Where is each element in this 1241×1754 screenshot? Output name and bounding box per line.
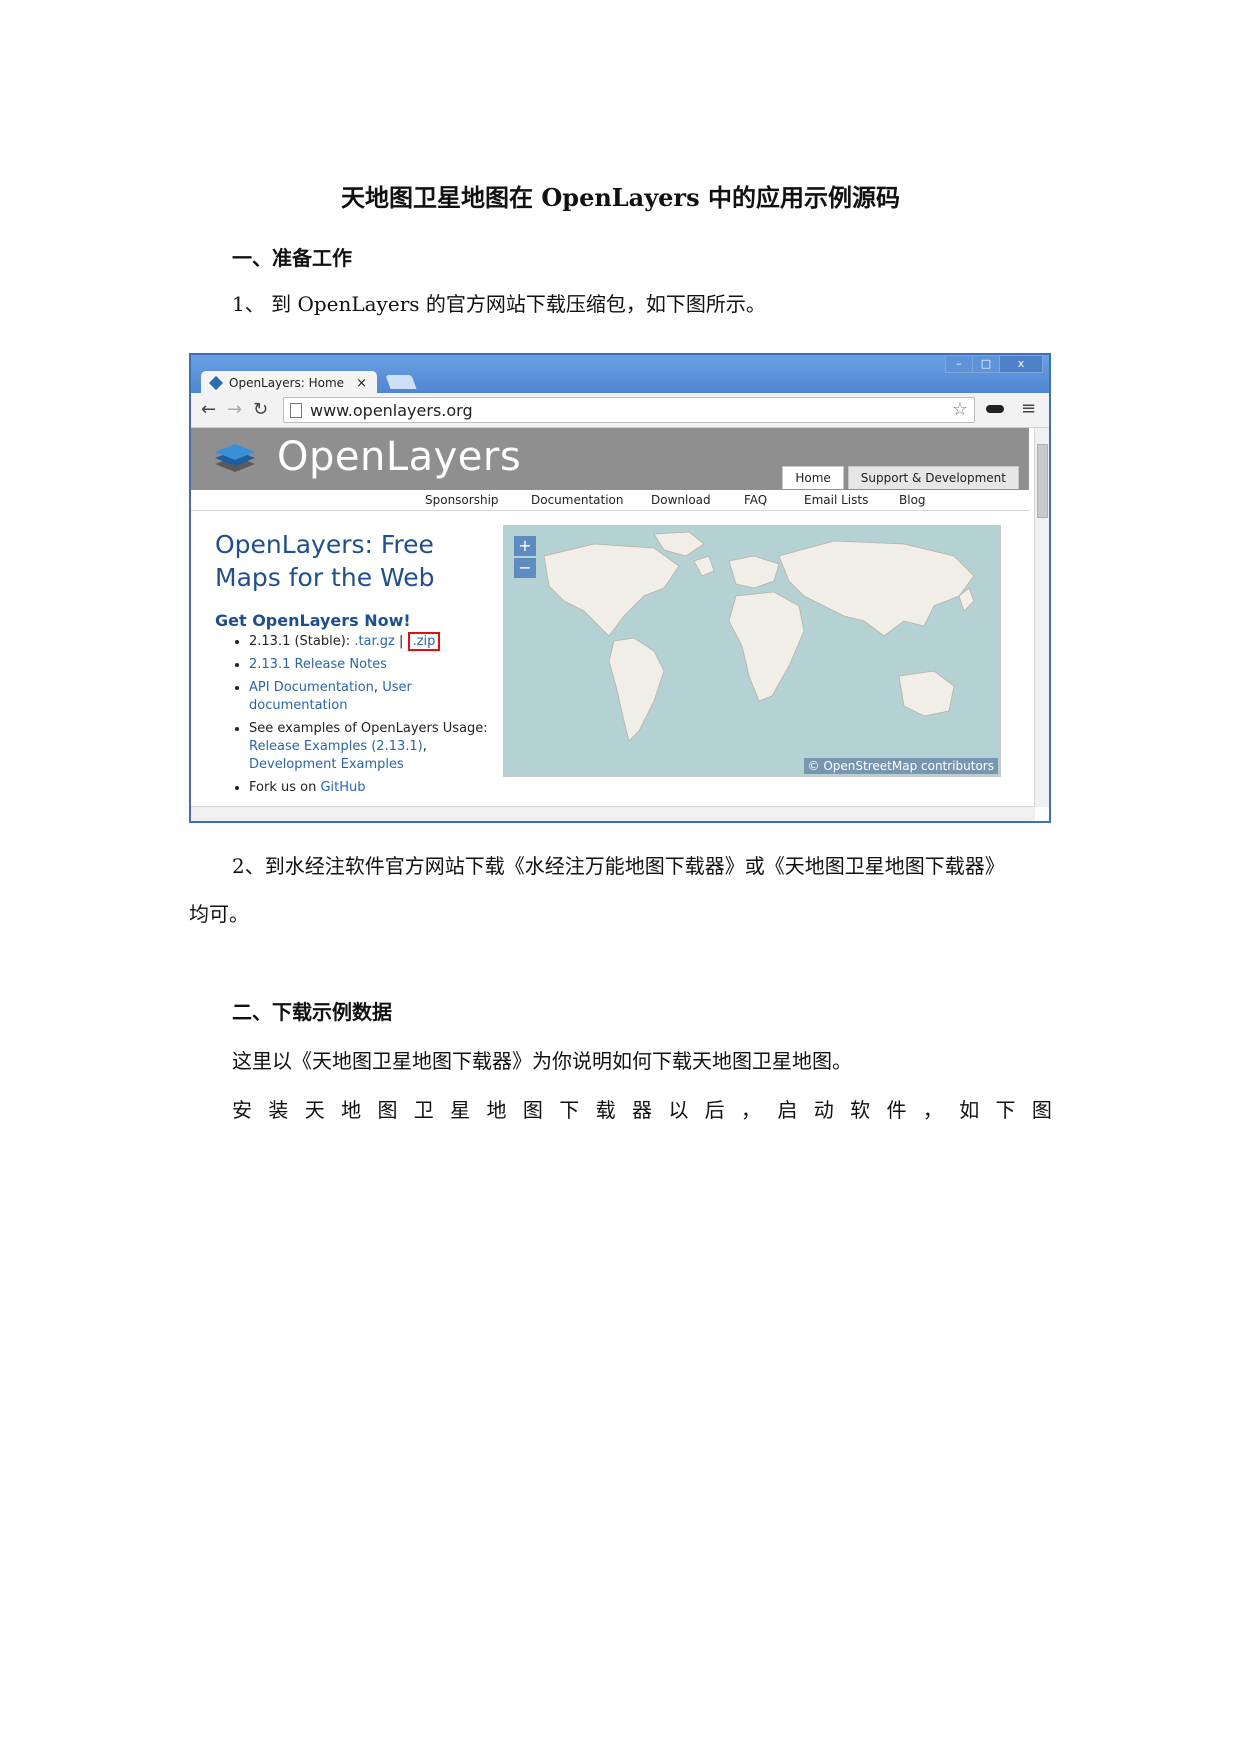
back-arrow-icon[interactable]: ← — [201, 399, 216, 420]
char: 图 — [377, 1098, 398, 1122]
char: ， — [741, 1098, 762, 1122]
list-item: 2.13.1 (Stable): .tar.gz | .zip — [249, 632, 489, 651]
section-heading-download: 二、下载示例数据 — [232, 1000, 392, 1024]
char: 以 — [668, 1098, 689, 1122]
headline-line-1: OpenLayers: Free — [215, 530, 434, 559]
fork-text: Fork us on — [249, 780, 317, 795]
bookmark-star-icon[interactable]: ☆ — [952, 399, 968, 420]
minimize-button[interactable]: – — [945, 355, 973, 373]
nav-blog[interactable]: Blog — [899, 493, 926, 507]
document-title: 天地图卫星地图在 OpenLayers 中的应用示例源码 — [341, 183, 900, 212]
tab-home[interactable]: Home — [782, 466, 844, 489]
char: 下 — [559, 1098, 580, 1122]
list-item: 2.13.1 Release Notes — [249, 656, 489, 674]
examples-prefix: See examples of OpenLayers Usage: — [249, 721, 488, 736]
step-1-text: 1、 到 OpenLayers 的官方网站下载压缩包，如下图所示。 — [232, 292, 766, 316]
forward-arrow-icon[interactable]: → — [227, 399, 242, 420]
window-controls: – □ x — [945, 355, 1043, 373]
dev-examples-link[interactable]: Development Examples — [249, 757, 404, 772]
reload-icon[interactable]: ↻ — [253, 399, 268, 420]
vertical-scrollbar[interactable] — [1034, 428, 1049, 807]
browser-titlebar: OpenLayers: Home × – □ x — [191, 355, 1049, 395]
step-2-line-2: 均可。 — [189, 902, 249, 926]
world-map-land — [543, 531, 975, 742]
page-headline: OpenLayers: Free Maps for the Web — [215, 528, 435, 594]
get-openlayers-heading: Get OpenLayers Now! — [215, 611, 411, 630]
zip-link-highlighted[interactable]: .zip — [407, 632, 441, 651]
github-link[interactable]: GitHub — [320, 780, 365, 795]
world-map[interactable]: + − © OpenStreetMap contributors — [503, 525, 1001, 777]
browser-screenshot: OpenLayers: Home × – □ x ← → ↻ www.openl… — [189, 353, 1051, 823]
char: 如 — [959, 1098, 980, 1122]
comma: , — [373, 680, 379, 695]
char: 图 — [1031, 1098, 1052, 1122]
list-item: API Documentation, User documentation — [249, 679, 489, 715]
download-links-list: 2.13.1 (Stable): .tar.gz | .zip 2.13.1 R… — [231, 632, 489, 802]
map-attribution[interactable]: © OpenStreetMap contributors — [803, 758, 998, 774]
install-instruction-line: 安 装 天 地 图 卫 星 地 图 下 载 器 以 后 ， 启 动 软 件 ， … — [232, 1094, 1052, 1123]
site-banner: OpenLayers Home Support & Development — [191, 428, 1029, 490]
openlayers-logo-icon — [215, 444, 255, 472]
char: 卫 — [413, 1098, 434, 1122]
api-docs-link[interactable]: API Documentation — [249, 680, 374, 695]
char: ， — [922, 1098, 943, 1122]
release-examples-link[interactable]: Release Examples (2.13.1) — [249, 739, 423, 754]
zoom-in-button[interactable]: + — [514, 536, 536, 556]
char: 地 — [341, 1098, 362, 1122]
page-icon — [290, 402, 302, 418]
top-tabs: Home Support & Development — [778, 466, 1019, 489]
char: 天 — [304, 1098, 325, 1122]
list-item: See examples of OpenLayers Usage: Releas… — [249, 720, 489, 774]
new-tab-button[interactable] — [385, 375, 417, 389]
nav-documentation[interactable]: Documentation — [531, 493, 624, 507]
openlayers-favicon-icon — [208, 375, 224, 391]
nav-download[interactable]: Download — [651, 493, 711, 507]
char: 动 — [813, 1098, 834, 1122]
step-2-line-1: 2、到水经注软件官方网站下载《水经注万能地图下载器》或《天地图卫星地图下载器》 — [232, 854, 1005, 878]
char: 启 — [777, 1098, 798, 1122]
char: 器 — [631, 1098, 652, 1122]
horizontal-scrollbar[interactable] — [191, 806, 1035, 821]
char: 星 — [450, 1098, 471, 1122]
tab-title: OpenLayers: Home — [229, 376, 345, 390]
site-logo-text: OpenLayers — [277, 434, 522, 480]
zoom-out-button[interactable]: − — [514, 558, 536, 578]
tab-support[interactable]: Support & Development — [847, 466, 1019, 489]
char: 装 — [268, 1098, 289, 1122]
tar-gz-link[interactable]: .tar.gz — [354, 634, 395, 649]
nav-email-lists[interactable]: Email Lists — [804, 493, 868, 507]
char: 件 — [886, 1098, 907, 1122]
char: 安 — [232, 1098, 252, 1122]
zoom-controls: + − — [514, 536, 536, 580]
site-nav: Sponsorship Documentation Download FAQ E… — [191, 490, 1029, 511]
web-page: OpenLayers Home Support & Development Sp… — [191, 428, 1049, 821]
maximize-button[interactable]: □ — [972, 355, 1000, 373]
scrollbar-thumb[interactable] — [1037, 444, 1048, 518]
section-heading-prepare: 一、准备工作 — [232, 246, 352, 270]
nav-faq[interactable]: FAQ — [744, 493, 767, 507]
release-notes-link[interactable]: 2.13.1 Release Notes — [249, 657, 387, 672]
stable-label: 2.13.1 (Stable): — [249, 634, 351, 649]
address-bar[interactable]: www.openlayers.org ☆ — [283, 397, 975, 423]
intro-text: 这里以《天地图卫星地图下载器》为你说明如何下载天地图卫星地图。 — [232, 1049, 852, 1073]
list-item: Fork us on GitHub — [249, 779, 489, 797]
char: 图 — [522, 1098, 543, 1122]
link-separator: | — [399, 634, 404, 649]
browser-tab[interactable]: OpenLayers: Home × — [201, 371, 377, 395]
char: 后 — [704, 1098, 725, 1122]
address-url: www.openlayers.org — [310, 400, 473, 420]
char: 载 — [595, 1098, 616, 1122]
browser-toolbar: ← → ↻ www.openlayers.org ☆ ≡ — [191, 393, 1049, 428]
nav-sponsorship[interactable]: Sponsorship — [425, 493, 499, 507]
comma: , — [422, 739, 427, 754]
tab-close-icon[interactable]: × — [356, 376, 367, 391]
char: 地 — [486, 1098, 507, 1122]
menu-icon[interactable]: ≡ — [1021, 398, 1036, 419]
char: 软 — [850, 1098, 871, 1122]
extension-mask-icon[interactable] — [986, 405, 1004, 413]
headline-line-2: Maps for the Web — [215, 563, 435, 592]
char: 下 — [995, 1098, 1016, 1122]
close-window-button[interactable]: x — [999, 355, 1043, 373]
